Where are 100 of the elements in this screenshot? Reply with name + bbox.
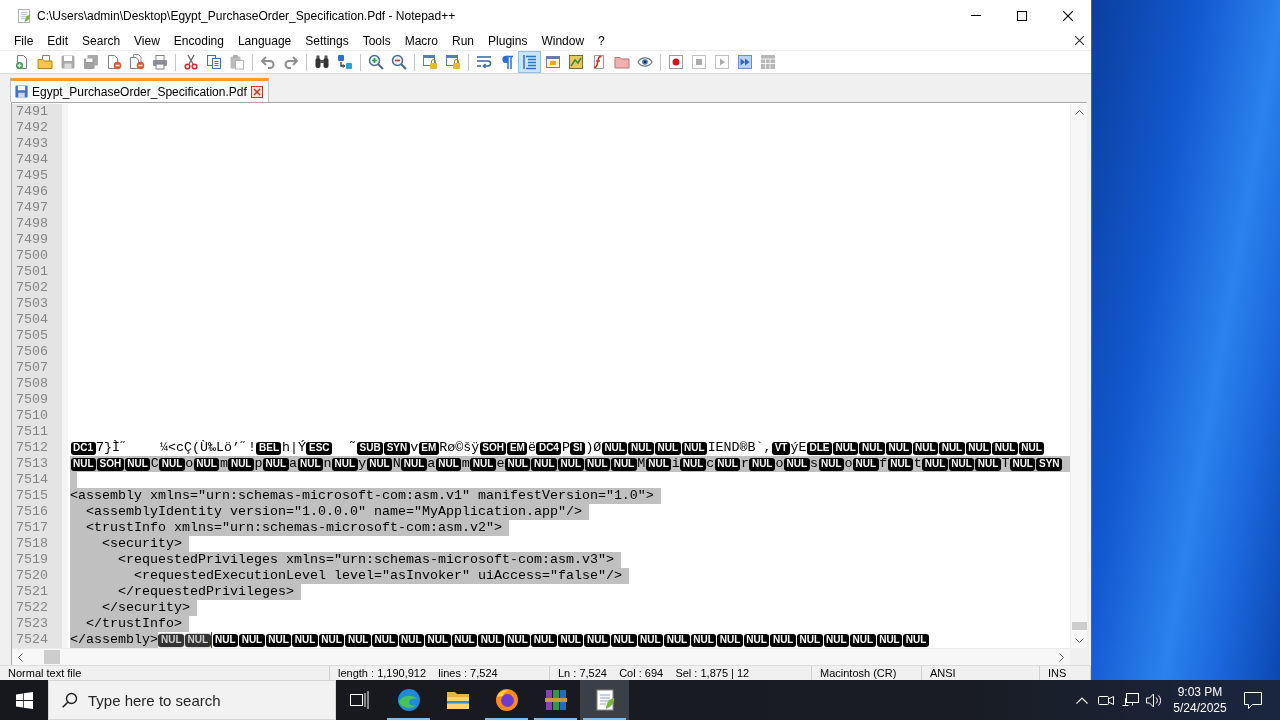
minimize-icon [971,15,981,16]
code-text: v [410,440,419,456]
chevron-right-icon[interactable] [1059,652,1064,662]
taskbar-app-button[interactable] [580,680,629,720]
code-text: ë [527,440,536,456]
menu-item[interactable]: Plugins [481,31,535,50]
editor-text-area[interactable] [12,104,1070,648]
control-char-marker: NUL [1018,441,1045,455]
clock-time[interactable]: 9:03 PM [1177,684,1223,700]
control-char-marker: NUL [292,633,318,647]
text-cursor [211,632,213,648]
control-char-marker: NUL [823,633,850,647]
menu-item[interactable]: View [127,31,167,50]
stacked-books-icon [543,688,568,712]
menu-item[interactable]: Tools [355,31,398,50]
line-number: 7522 [15,600,49,616]
control-char-marker: DC4 [536,441,562,455]
code-text: o [844,456,853,472]
notification-icon[interactable] [1244,691,1262,709]
close-icon[interactable] [250,85,263,98]
code-text: a [427,456,436,472]
control-char-marker: NUL [975,457,1001,471]
line-number: 7504 [15,312,49,328]
line-number: 7493 [15,136,49,152]
control-char-marker: NUL [478,633,504,647]
control-char-marker: NUL [601,441,628,455]
control-char-marker: ESC [306,441,333,455]
control-char-marker: NUL [714,457,741,471]
control-char-marker: NUL [681,441,708,455]
code-text: </requestedPrivileges> [117,584,294,600]
close-icon [1063,10,1073,21]
scrollbar-thumb[interactable] [44,650,60,664]
menu-item[interactable]: Encoding [166,31,231,50]
control-char-marker: VT [772,441,790,455]
globe-browser-icon [494,688,519,712]
video-camera-icon[interactable] [1098,693,1114,707]
code-text: C [150,456,159,472]
control-char-marker: NUL [124,457,151,471]
control-char-marker: NUL [645,457,672,471]
control-char-marker: NUL [504,633,531,647]
code-text: N [392,456,401,472]
control-char-marker: NUL [832,441,859,455]
line-number: 7509 [15,392,49,408]
code-text: <requestedPrivileges xmlns="urn:schemas-microsoft-com:asm.v3"> [117,552,614,568]
code-text: Rø©šÿ [439,440,480,456]
search-field[interactable]: Type here to search [78,681,335,719]
search-bar[interactable]: Type here to search [48,680,336,720]
line-number: 7515 [15,488,49,504]
control-char-marker: NUL [558,457,584,471]
clock-date[interactable]: 5/24/2025 [1173,700,1227,716]
menu-item[interactable]: Macro [397,31,445,50]
line-number: 7502 [15,280,49,296]
code-text: IEND®B`, [707,440,772,456]
code-text: f [879,456,888,472]
control-char-marker: NUL [531,457,558,471]
line-number: 7512 [15,440,49,456]
line-number: 7499 [15,232,49,248]
line-number: 7511 [15,424,49,440]
code-text: s [810,456,819,472]
menu-item[interactable]: Run [445,31,482,50]
control-char-marker: NUL [297,457,324,471]
menu-item[interactable]: Settings [298,31,356,50]
code-text: n [323,456,332,472]
code-text: T [1001,456,1010,472]
control-char-marker: SOH [97,457,124,471]
code-text: 7}Ì˝ ¼<cÇ(Ù‰Lö’˝! [96,440,256,456]
line-number: 7506 [15,344,49,360]
control-char-marker: NUL [850,633,876,647]
network-icon[interactable] [1121,692,1139,708]
control-char-marker: NUL [992,441,1018,455]
control-char-marker: BEL [256,441,282,455]
chevron-left-icon[interactable] [18,652,23,662]
menu-item[interactable]: Window [534,31,592,50]
code-text: h|Ý [282,440,306,456]
menu-item[interactable]: File [7,31,41,50]
menu-item[interactable]: Language [230,31,299,50]
control-char-marker: NUL [265,633,292,647]
volume-icon[interactable] [1145,692,1163,708]
chevron-down-icon[interactable] [1075,637,1084,643]
menu-item[interactable]: ? [591,31,612,50]
control-char-marker: EM [418,441,439,455]
line-number: 7503 [15,296,49,312]
file-tab[interactable]: Egypt_PurchaseOrder_Specification.Pdf [10,78,269,102]
line-number: 7507 [15,360,49,376]
control-char-marker: NUL [584,457,611,471]
code-text: t [913,456,922,472]
control-char-marker: NUL [212,633,239,647]
control-char-marker: NUL [435,457,462,471]
line-number: 7505 [15,328,49,344]
line-number: 7500 [15,248,49,264]
menu-item[interactable]: Edit [40,31,76,50]
control-char-marker: NUL [818,457,845,471]
control-char-marker: NUL [887,457,914,471]
control-char-marker: NUL [922,457,948,471]
control-char-marker: NUL [853,457,879,471]
scrollbar-thumb[interactable] [1071,622,1087,630]
control-char-marker: NUL [318,633,345,647]
code-text: ýE [790,440,807,456]
menu-item[interactable]: Search [75,31,128,50]
control-char-marker: NUL [372,633,398,647]
